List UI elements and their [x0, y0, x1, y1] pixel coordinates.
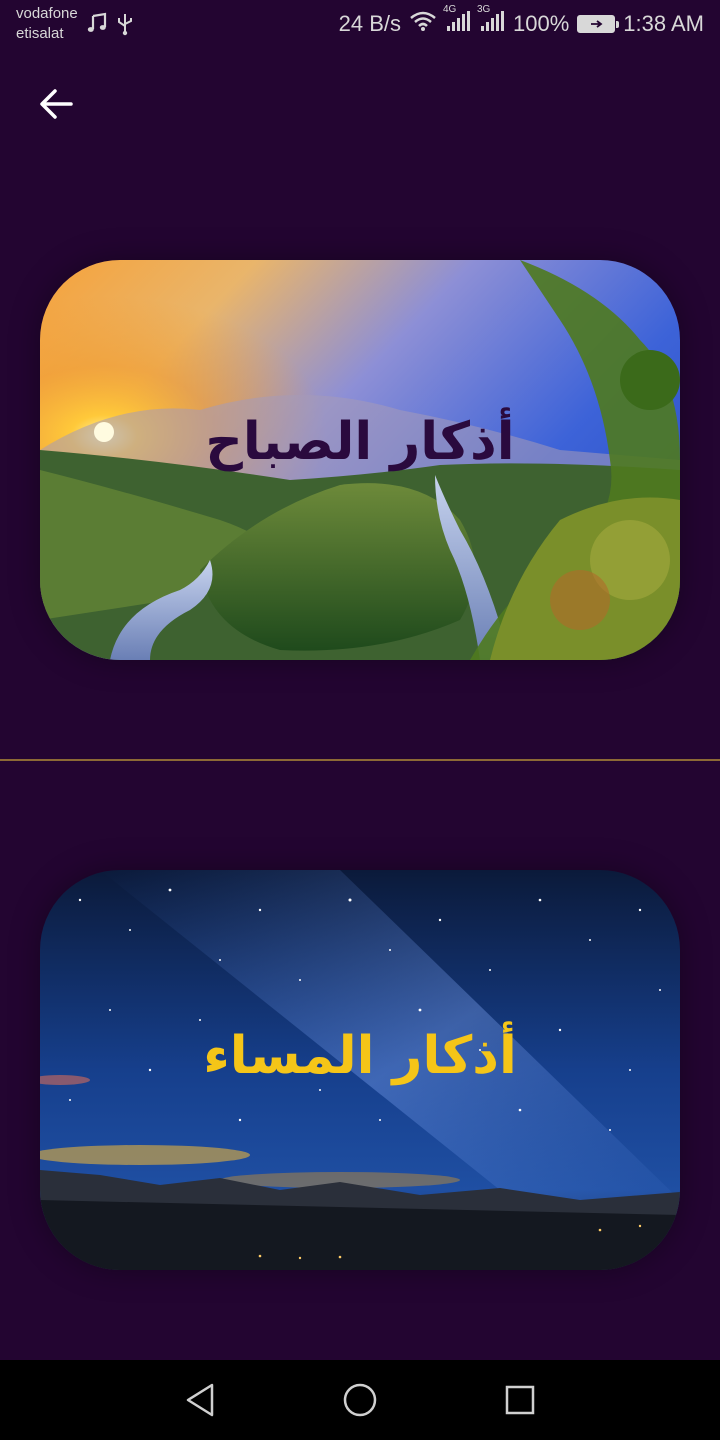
nav-recents-button[interactable]	[500, 1380, 540, 1420]
evening-card-title: أذكار المساء	[203, 1026, 517, 1086]
wifi-icon	[409, 10, 437, 38]
network-type-2: 3G	[477, 4, 491, 15]
network-type-1: 4G	[443, 4, 457, 15]
recents-square-icon	[505, 1385, 535, 1415]
back-triangle-icon	[186, 1383, 214, 1417]
morning-card-title: أذكار الصباح	[205, 412, 515, 472]
signal-icon: 4G	[443, 4, 471, 38]
system-nav-bar	[0, 1360, 720, 1440]
carrier-info: vodafone etisalat	[16, 4, 78, 44]
network-speed: 24 B/s	[338, 11, 401, 36]
carrier-2: etisalat	[16, 25, 64, 42]
signal-icon: 3G	[477, 4, 505, 38]
notification-icons	[86, 12, 134, 40]
screen: vodafone etisalat 24 B/s 4G 3G 100% 1:38…	[0, 0, 720, 1440]
clock: 1:38 AM	[623, 11, 704, 36]
battery-charging-icon	[577, 15, 620, 33]
nav-home-button[interactable]	[340, 1380, 380, 1420]
music-icon	[86, 12, 108, 40]
status-right: 24 B/s 4G 3G 100% 1:38 AM	[338, 4, 704, 38]
status-bar: vodafone etisalat 24 B/s 4G 3G 100% 1:38…	[0, 0, 720, 50]
section-divider	[0, 759, 720, 761]
nav-back-button[interactable]	[180, 1380, 220, 1420]
carrier-1: vodafone	[16, 5, 78, 22]
morning-azkar-card[interactable]: أذكار الصباح	[40, 260, 680, 660]
battery-percent: 100%	[513, 11, 570, 36]
back-button[interactable]	[30, 78, 82, 130]
evening-azkar-card[interactable]: أذكار المساء	[40, 870, 680, 1270]
home-circle-icon	[343, 1383, 377, 1417]
usb-icon	[116, 12, 134, 40]
arrow-back-icon	[40, 89, 73, 119]
